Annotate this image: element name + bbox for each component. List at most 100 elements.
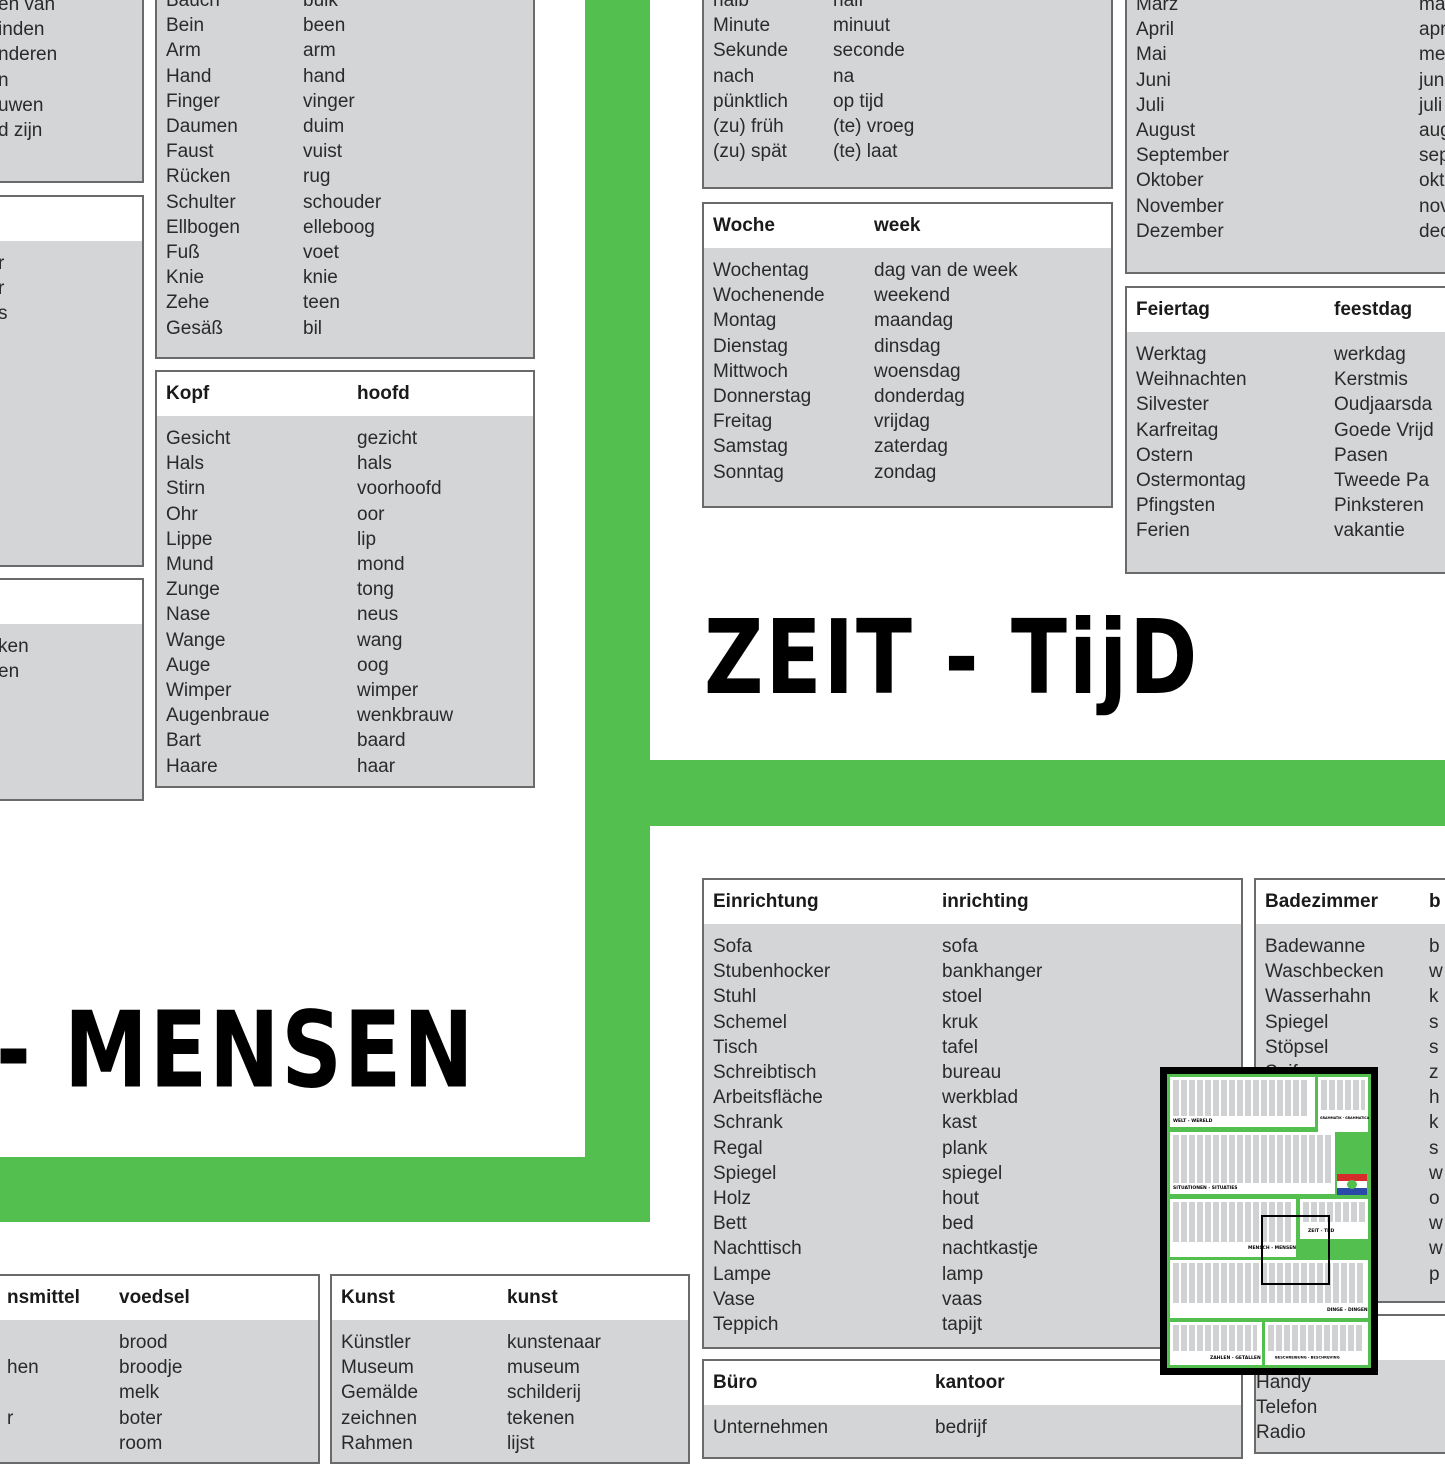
table-body: halb half Minute minuut Sekunde seconde nach na… [704,0,1111,176]
dutch-word: stoel [942,986,983,1008]
vocab-row: ken [0,634,142,659]
vocab-row: Lippe lip [157,527,533,552]
vocab-row: Mund mond [157,552,533,577]
vocab-row: (zu) spät (te) laat [704,139,1111,164]
dutch-word: seconde [833,40,905,62]
dutch-word: nderen [0,44,58,66]
german-word: Regal [713,1137,763,1159]
german-word: Faust [166,141,214,163]
minimap-section-beschreibung[interactable]: BESCHREIBUNG - BESCHRIJVING [1265,1322,1368,1365]
vocab-row: Schemel kruk [704,1010,1241,1035]
german-word: Spiegel [713,1162,777,1184]
dutch-word: rug [303,166,331,188]
vocab-row: Wange wang [157,628,533,653]
german-word: Zehe [166,292,210,314]
dutch-word: boter [119,1407,163,1429]
vocab-row: brood [0,1330,318,1355]
table-header [0,197,142,241]
dutch-word [1256,1420,1445,1445]
german-word: Unternehmen [713,1417,829,1438]
vocab-row: en van [0,0,142,17]
dutch-word: na [833,65,855,87]
dutch-word: okt [1419,170,1445,192]
dutch-word: knie [303,267,338,289]
dutch-word: haar [357,755,396,777]
minimap-section-zahlen[interactable]: ZAHLEN - GETALLEN [1170,1322,1262,1365]
table-header: Kopf hoofd [157,372,533,416]
german-word: Dienstag [713,335,788,357]
minimap-section-situationen[interactable]: SITUATIONEN - SITUATIES [1170,1132,1335,1194]
vocab-row: Wochentag dag van de week [704,258,1111,283]
header-dutch: inrichting [942,891,1029,912]
german-word: Wimper [166,680,232,702]
german-word: Ostermontag [1136,470,1246,492]
header-german: Einrichtung [713,891,819,912]
vocab-row: Hand hand [157,64,533,89]
vocab-row: Dezember dec [1127,219,1445,244]
vocab-row: Freitag vrijdag [704,409,1111,434]
german-word: Sonntag [713,461,784,483]
vocab-row: Rücken rug [157,164,533,189]
vocab-row: Montag maandag [704,308,1111,333]
minimap-viewport-indicator[interactable] [1261,1215,1330,1285]
dutch-word: gezicht [357,428,418,449]
dutch-word: voorhoofd [357,478,442,500]
header-german: Badezimmer [1265,891,1378,912]
table-header: Kunst kunst [332,1276,688,1320]
dutch-word: lip [357,528,377,550]
german-word: Waschbecken [1265,961,1384,983]
vocab-row: Radio [1256,1420,1445,1445]
vocab-row: nach na [704,64,1111,89]
dutch-word: (te) vroeg [833,116,915,138]
german-word: Zunge [166,579,220,601]
german-word: Bett [713,1213,747,1235]
vocab-row: Mittwoch woensdag [704,359,1111,384]
dutch-word: voet [303,242,339,264]
dutch-word: sofa [942,936,978,957]
vocab-row: Augenbraue wenkbrauw [157,703,533,728]
german-word: Nachttisch [713,1238,802,1260]
dutch-word: museum [507,1357,580,1379]
german-word: Schrank [713,1112,783,1134]
german-word: Hand [166,65,212,87]
dutch-word: dec [1419,220,1445,242]
german-word: Donnerstag [713,386,812,408]
vocab-row: Schulter schouder [157,190,533,215]
german-word: Fuß [166,242,200,264]
vocab-row: September sep [1127,143,1445,168]
vocab-row: Ostermontag Tweede Pa [1127,468,1445,493]
dutch-word: weekend [874,285,951,307]
vocab-row: melk [0,1380,318,1405]
dutch-word: h [1429,1087,1440,1109]
german-word: r [7,1407,14,1429]
dutch-word: en van [0,0,56,15]
dutch-word: s [0,301,140,326]
minimap-section-welt[interactable]: WELT - WERELD [1170,1077,1315,1127]
minimap-section-grammatik[interactable]: GRAMMATIK - GRAMMATICA [1318,1077,1369,1132]
dutch-word: d zijn [0,120,43,142]
german-word: Mund [166,554,214,576]
german-word: Arm [166,40,201,62]
vocab-row: Unternehmen bedrijf [704,1415,1241,1440]
vocab-table-partial-left-low: ken en [0,578,144,801]
vocab-row: Sekunde seconde [704,38,1111,63]
dutch-word: zondag [874,461,937,483]
dutch-word: been [303,15,346,37]
german-word: Stirn [166,478,206,500]
dutch-word: wimper [357,680,419,702]
minimap-navigator[interactable]: WELT - WERELD GRAMMATIK - GRAMMATICA SIT… [1160,1067,1378,1375]
vocab-table-kunst: Kunst kunst Künstler kunstenaar Museum museum… [330,1274,690,1464]
vocab-row: Spiegel s [1256,1010,1445,1035]
dutch-word: z [1429,1062,1439,1084]
minimap-label-zahlen: ZAHLEN - GETALLEN [1210,1356,1261,1361]
vocab-row: Wochenende weekend [704,283,1111,308]
table-header: Woche week [704,204,1111,248]
german-word: Ohr [166,503,198,525]
dutch-word: en [0,661,20,683]
german-word: pünktlich [713,90,788,112]
vocab-row: Samstag zaterdag [704,434,1111,459]
dutch-word: w [1429,961,1443,983]
header-dutch: b [1429,891,1441,912]
dutch-word: w [1429,1213,1443,1235]
german-word [0,1380,119,1405]
